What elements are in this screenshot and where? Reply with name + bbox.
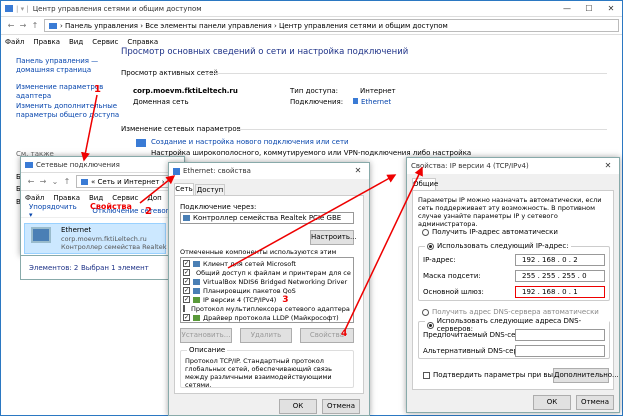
arrow-4 [344, 166, 423, 331]
arrow-3 [227, 174, 397, 269]
arrow-1 [81, 94, 98, 162]
arrow-2 [139, 175, 176, 204]
annotation-svoistva: Свойства [90, 202, 132, 211]
annotation-1: 1 [94, 84, 101, 95]
annotation-2: 2 [145, 206, 152, 217]
